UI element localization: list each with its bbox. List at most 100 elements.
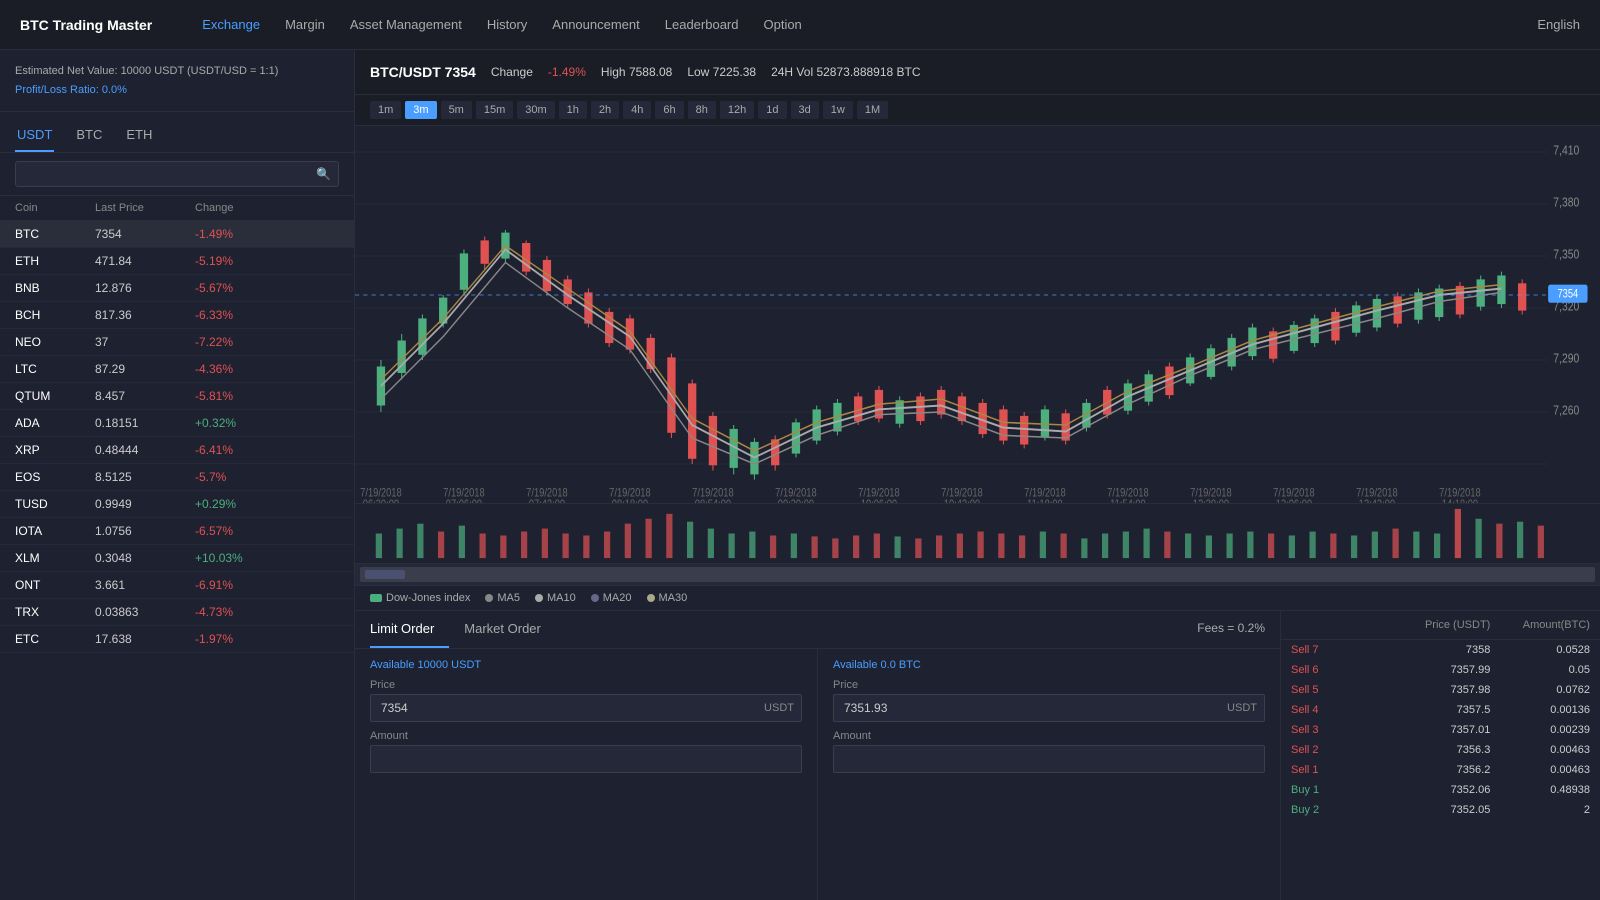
candlestick-chart[interactable]: 7/19/2018 06:30:00 7/19/2018 07:06:00 7/… — [355, 126, 1600, 503]
coin-change: -5.67% — [195, 281, 295, 295]
nav-item-history[interactable]: History — [487, 17, 527, 32]
ma-color-indicator — [647, 594, 655, 602]
coin-name: ADA — [15, 416, 95, 430]
time-btn-5m[interactable]: 5m — [441, 101, 472, 119]
time-btn-1m[interactable]: 1m — [370, 101, 401, 119]
scrollbar-track — [360, 567, 1595, 582]
search-wrap: 🔍 — [15, 161, 339, 187]
sell-label: Sell 7 — [1291, 644, 1391, 656]
time-btn-8h[interactable]: 8h — [688, 101, 716, 119]
coin-name: XLM — [15, 551, 95, 565]
buy-amount-input[interactable] — [370, 745, 802, 773]
coin-row-ltc[interactable]: LTC87.29-4.36% — [0, 356, 354, 383]
coin-tab-eth[interactable]: ETH — [124, 122, 154, 152]
coin-price: 0.3048 — [95, 551, 195, 565]
sell-price-input[interactable] — [833, 694, 1265, 722]
coin-row-iota[interactable]: IOTA1.0756-6.57% — [0, 518, 354, 545]
time-btn-1m[interactable]: 1M — [857, 101, 888, 119]
nav-item-leaderboard[interactable]: Leaderboard — [665, 17, 739, 32]
coin-price: 8.457 — [95, 389, 195, 403]
coin-tab-btc[interactable]: BTC — [74, 122, 104, 152]
sell-price: 7356.3 — [1391, 744, 1491, 756]
buy-order-row[interactable]: Buy 27352.052 — [1281, 800, 1600, 820]
nav-item-option[interactable]: Option — [763, 17, 801, 32]
coin-price: 0.48444 — [95, 443, 195, 457]
coin-row-ada[interactable]: ADA0.18151+0.32% — [0, 410, 354, 437]
coin-row-neo[interactable]: NEO37-7.22% — [0, 329, 354, 356]
sell-available: Available 0.0 BTC — [833, 659, 1265, 671]
scrollbar-handle[interactable] — [365, 570, 405, 579]
ma-legend: Dow-Jones indexMA5MA10MA20MA30 — [355, 585, 1600, 610]
sell-amount-label: Amount — [833, 730, 1265, 742]
coin-price: 17.638 — [95, 632, 195, 646]
sell-order-row[interactable]: Sell 27356.30.00463 — [1281, 740, 1600, 760]
sell-price: 7357.98 — [1391, 684, 1491, 696]
coin-row-xlm[interactable]: XLM0.3048+10.03% — [0, 545, 354, 572]
coin-name: QTUM — [15, 389, 95, 403]
net-value: Estimated Net Value: 10000 USDT (USDT/US… — [15, 62, 339, 81]
language-selector[interactable]: English — [1537, 17, 1580, 32]
coin-price: 1.0756 — [95, 524, 195, 538]
time-btn-12h[interactable]: 12h — [720, 101, 754, 119]
time-btn-3m[interactable]: 3m — [405, 101, 436, 119]
search-input[interactable] — [15, 161, 339, 187]
profit-ratio: Profit/Loss Ratio: 0.0% — [15, 81, 339, 100]
coin-row-qtum[interactable]: QTUM8.457-5.81% — [0, 383, 354, 410]
coin-change: +0.32% — [195, 416, 295, 430]
sidebar: Estimated Net Value: 10000 USDT (USDT/US… — [0, 50, 355, 900]
time-btn-6h[interactable]: 6h — [655, 101, 683, 119]
buy-price-input-wrap: USDT — [370, 694, 802, 722]
sell-price: 7358 — [1391, 644, 1491, 656]
time-btn-3d[interactable]: 3d — [791, 101, 819, 119]
sell-order-row[interactable]: Sell 37357.010.00239 — [1281, 720, 1600, 740]
time-period-buttons: 1m3m 5m15m30m 1h2h4h6h 8h12h1d 3d1w1M — [355, 95, 1600, 126]
coin-row-eos[interactable]: EOS8.5125-5.7% — [0, 464, 354, 491]
sell-order-row[interactable]: Sell 67357.990.05 — [1281, 660, 1600, 680]
svg-text:7354: 7354 — [1557, 288, 1578, 301]
coin-name: EOS — [15, 470, 95, 484]
coin-row-eth[interactable]: ETH471.84-5.19% — [0, 248, 354, 275]
tab-limit-order[interactable]: Limit Order — [370, 611, 449, 648]
sell-order-row[interactable]: Sell 57357.980.0762 — [1281, 680, 1600, 700]
tab-market-order[interactable]: Market Order — [464, 611, 556, 648]
time-btn-1d[interactable]: 1d — [758, 101, 786, 119]
nav-item-announcement[interactable]: Announcement — [552, 17, 639, 32]
time-btn-4h[interactable]: 4h — [623, 101, 651, 119]
ma-label: MA5 — [497, 592, 520, 604]
coin-row-etc[interactable]: ETC17.638-1.97% — [0, 626, 354, 653]
coin-row-tusd[interactable]: TUSD0.9949+0.29% — [0, 491, 354, 518]
bottom-section: Limit Order Market Order Fees = 0.2% Ava… — [355, 610, 1600, 900]
coin-currency-tabs: USDT BTC ETH — [0, 112, 354, 153]
coin-row-bch[interactable]: BCH817.36-6.33% — [0, 302, 354, 329]
order-tabs: Limit Order Market Order Fees = 0.2% — [355, 611, 1280, 649]
nav-item-asset-management[interactable]: Asset Management — [350, 17, 462, 32]
ma-legend-item-ma5: MA5 — [485, 592, 520, 604]
time-btn-15m[interactable]: 15m — [476, 101, 513, 119]
buy-order-row[interactable]: Buy 17352.060.48938 — [1281, 780, 1600, 800]
sell-order-row[interactable]: Sell 773580.0528 — [1281, 640, 1600, 660]
nav-item-exchange[interactable]: Exchange — [202, 17, 260, 32]
ma-color-indicator — [535, 594, 543, 602]
time-btn-30m[interactable]: 30m — [517, 101, 554, 119]
header: BTC Trading Master ExchangeMarginAsset M… — [0, 0, 1600, 50]
time-btn-2h[interactable]: 2h — [591, 101, 619, 119]
coin-change: -5.7% — [195, 470, 295, 484]
time-btn-1h[interactable]: 1h — [559, 101, 587, 119]
chart-scrollbar[interactable] — [355, 563, 1600, 585]
coin-row-xrp[interactable]: XRP0.48444-6.41% — [0, 437, 354, 464]
coin-row-ont[interactable]: ONT3.661-6.91% — [0, 572, 354, 599]
sell-order-row[interactable]: Sell 17356.20.00463 — [1281, 760, 1600, 780]
coin-tab-usdt[interactable]: USDT — [15, 122, 54, 152]
coin-price: 8.5125 — [95, 470, 195, 484]
sell-order-row[interactable]: Sell 47357.50.00136 — [1281, 700, 1600, 720]
sell-label: Sell 4 — [1291, 704, 1391, 716]
coin-row-trx[interactable]: TRX0.03863-4.73% — [0, 599, 354, 626]
nav-item-margin[interactable]: Margin — [285, 17, 325, 32]
coin-row-bnb[interactable]: BNB12.876-5.67% — [0, 275, 354, 302]
buy-price-input[interactable] — [370, 694, 802, 722]
coin-row-btc[interactable]: BTC7354-1.49% — [0, 221, 354, 248]
time-btn-1w[interactable]: 1w — [823, 101, 853, 119]
sell-amount-input[interactable] — [833, 745, 1265, 773]
coin-change: -5.81% — [195, 389, 295, 403]
coin-change: -6.57% — [195, 524, 295, 538]
